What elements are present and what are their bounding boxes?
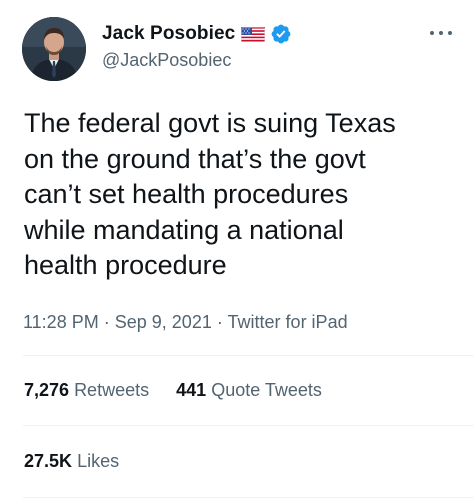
author-name-row: Jack Posobiec [102,22,292,46]
tweet-time[interactable]: 11:28 PM [23,312,99,332]
engagement-stats-row: 7,276 Retweets 441 Quote Tweets [24,380,322,401]
divider [23,355,474,356]
us-flag-icon [241,26,266,42]
avatar-image [22,17,86,81]
tweet-card: Jack Posobiec @JackPosobiec The federal … [0,0,474,500]
avatar[interactable] [22,17,86,81]
retweets-count: 7,276 [24,380,70,400]
quote-tweets-label: Quote Tweets [211,380,322,400]
divider [23,425,474,426]
meta-separator: · [103,312,110,332]
likes-stats-row: 27.5K Likes [24,451,119,472]
verified-badge-icon [271,24,291,44]
divider [23,497,474,498]
tweet-meta: 11:28 PM · Sep 9, 2021 · Twitter for iPa… [23,312,348,333]
likes-label: Likes [77,451,120,471]
tweet-text: The federal govt is suing Texas on the g… [24,108,396,280]
tweet-source[interactable]: Twitter for iPad [228,312,348,332]
author-handle[interactable]: @JackPosobiec [102,50,231,71]
meta-separator: · [216,312,223,332]
quote-tweets-count: 441 [176,380,207,400]
more-options-icon[interactable] [430,26,452,40]
author-display-name[interactable]: Jack Posobiec [102,23,235,45]
quote-tweets-stat[interactable]: 441 Quote Tweets [176,380,322,401]
likes-stat[interactable]: 27.5K Likes [24,451,119,472]
retweets-stat[interactable]: 7,276 Retweets [24,380,149,401]
tweet-date[interactable]: Sep 9, 2021 [115,312,212,332]
likes-count: 27.5K [24,451,73,471]
retweets-label: Retweets [74,380,150,400]
